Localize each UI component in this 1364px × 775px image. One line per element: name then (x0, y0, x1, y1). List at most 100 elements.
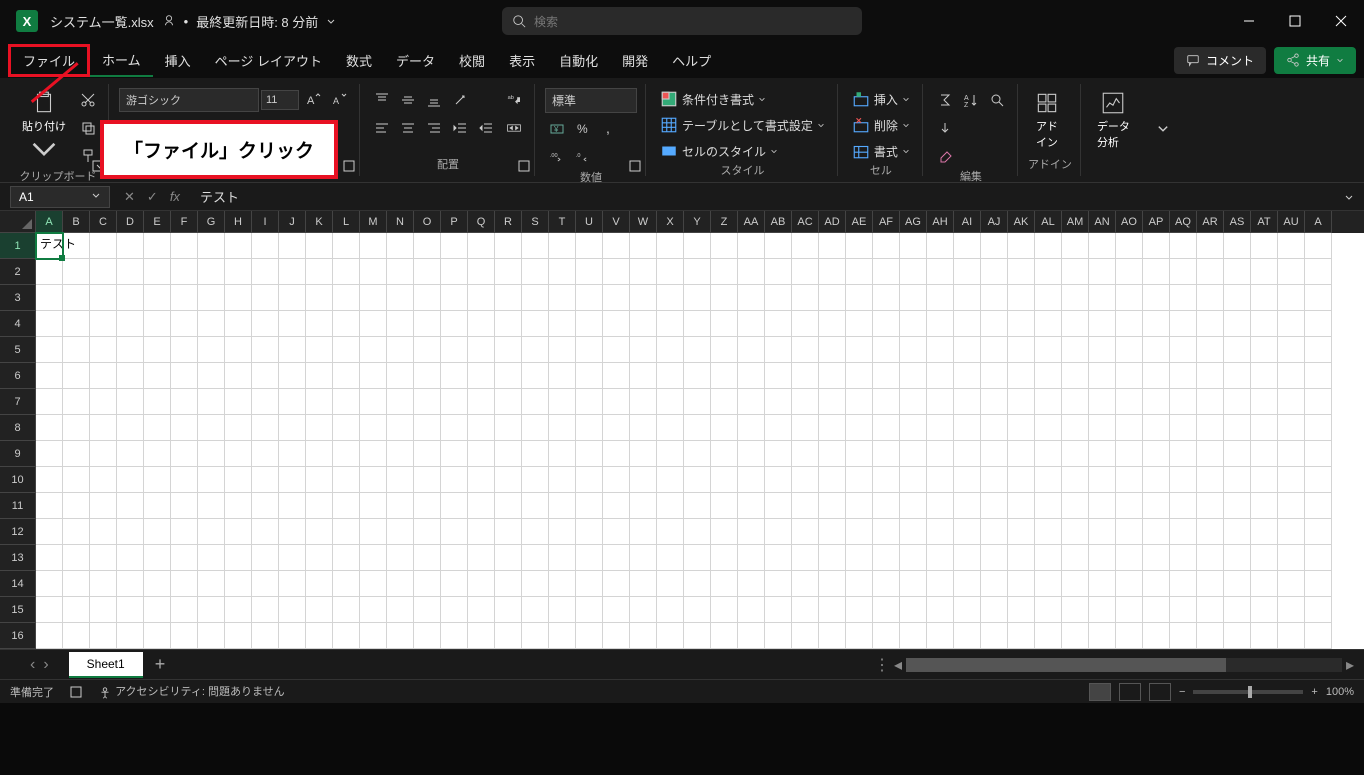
cell[interactable] (873, 597, 900, 623)
cell[interactable] (144, 311, 171, 337)
cell[interactable] (171, 597, 198, 623)
cell[interactable] (792, 441, 819, 467)
cell[interactable] (468, 233, 495, 259)
cell[interactable] (468, 545, 495, 571)
cell[interactable] (36, 285, 63, 311)
cell[interactable] (1089, 493, 1116, 519)
cell[interactable] (1116, 259, 1143, 285)
cell[interactable] (900, 415, 927, 441)
cell[interactable] (387, 545, 414, 571)
cell[interactable] (63, 259, 90, 285)
cell[interactable] (792, 597, 819, 623)
cell[interactable] (576, 285, 603, 311)
row-header[interactable]: 2 (0, 259, 36, 285)
cell[interactable] (252, 493, 279, 519)
wrap-text-button[interactable]: ab (502, 88, 526, 112)
cell[interactable] (900, 441, 927, 467)
cell[interactable] (333, 545, 360, 571)
column-header[interactable]: AB (765, 211, 792, 233)
cell[interactable] (306, 545, 333, 571)
align-left-button[interactable] (370, 116, 394, 140)
column-header[interactable]: AC (792, 211, 819, 233)
cell[interactable] (1062, 285, 1089, 311)
column-header[interactable]: A (1305, 211, 1332, 233)
cell[interactable] (63, 285, 90, 311)
cell[interactable] (1197, 311, 1224, 337)
cell[interactable] (468, 311, 495, 337)
cell[interactable] (1278, 623, 1305, 649)
cell[interactable] (225, 415, 252, 441)
cell[interactable] (657, 311, 684, 337)
select-all-button[interactable] (0, 211, 36, 233)
fill-button[interactable] (933, 116, 957, 140)
cell[interactable] (1008, 571, 1035, 597)
cell[interactable] (1224, 285, 1251, 311)
cell[interactable] (387, 493, 414, 519)
fx-button[interactable]: fx (166, 189, 184, 205)
cell[interactable] (1224, 311, 1251, 337)
cell[interactable] (549, 623, 576, 649)
cell[interactable] (630, 519, 657, 545)
cell[interactable] (198, 389, 225, 415)
cell[interactable] (36, 389, 63, 415)
increase-decimal-button[interactable]: .00 (545, 145, 569, 169)
cell[interactable] (441, 597, 468, 623)
cell[interactable] (1008, 597, 1035, 623)
cell[interactable] (765, 571, 792, 597)
cell[interactable] (171, 363, 198, 389)
column-header[interactable]: W (630, 211, 657, 233)
cell[interactable] (684, 363, 711, 389)
cell[interactable] (387, 467, 414, 493)
cell[interactable] (819, 311, 846, 337)
cell[interactable] (1062, 389, 1089, 415)
row-header[interactable]: 1 (0, 233, 36, 259)
cell[interactable] (1062, 623, 1089, 649)
row-header[interactable]: 13 (0, 545, 36, 571)
cell[interactable] (1062, 493, 1089, 519)
cell[interactable] (171, 415, 198, 441)
cell[interactable] (306, 363, 333, 389)
cell[interactable] (279, 389, 306, 415)
cell[interactable] (927, 259, 954, 285)
cell[interactable] (549, 493, 576, 519)
cell[interactable] (792, 415, 819, 441)
cell[interactable] (981, 623, 1008, 649)
column-header[interactable]: AT (1251, 211, 1278, 233)
cell[interactable] (1008, 519, 1035, 545)
cell[interactable] (873, 467, 900, 493)
column-header[interactable]: AA (738, 211, 765, 233)
cell[interactable] (549, 415, 576, 441)
column-header[interactable]: AF (873, 211, 900, 233)
cell[interactable] (1116, 337, 1143, 363)
cell[interactable] (549, 467, 576, 493)
cell[interactable] (873, 311, 900, 337)
format-cells-button[interactable]: 書式 (848, 140, 914, 162)
align-right-button[interactable] (422, 116, 446, 140)
cell[interactable] (1224, 415, 1251, 441)
cell[interactable] (387, 441, 414, 467)
cell[interactable] (765, 623, 792, 649)
column-header[interactable]: U (576, 211, 603, 233)
cell[interactable] (1305, 389, 1332, 415)
cell[interactable] (144, 259, 171, 285)
cell[interactable] (1116, 285, 1143, 311)
cell[interactable] (90, 311, 117, 337)
cell[interactable] (1143, 623, 1170, 649)
cell[interactable] (279, 363, 306, 389)
cell[interactable] (1170, 545, 1197, 571)
cell[interactable] (90, 467, 117, 493)
cell[interactable] (306, 467, 333, 493)
menu-developer[interactable]: 開発 (610, 45, 660, 76)
cell[interactable] (63, 571, 90, 597)
cell[interactable] (1278, 233, 1305, 259)
cell[interactable] (306, 415, 333, 441)
cell[interactable] (900, 285, 927, 311)
row-header[interactable]: 6 (0, 363, 36, 389)
cell[interactable] (522, 441, 549, 467)
cell[interactable] (90, 337, 117, 363)
cell[interactable] (1062, 363, 1089, 389)
cell[interactable] (279, 441, 306, 467)
cell[interactable] (171, 519, 198, 545)
cell[interactable] (576, 363, 603, 389)
cell[interactable] (711, 571, 738, 597)
